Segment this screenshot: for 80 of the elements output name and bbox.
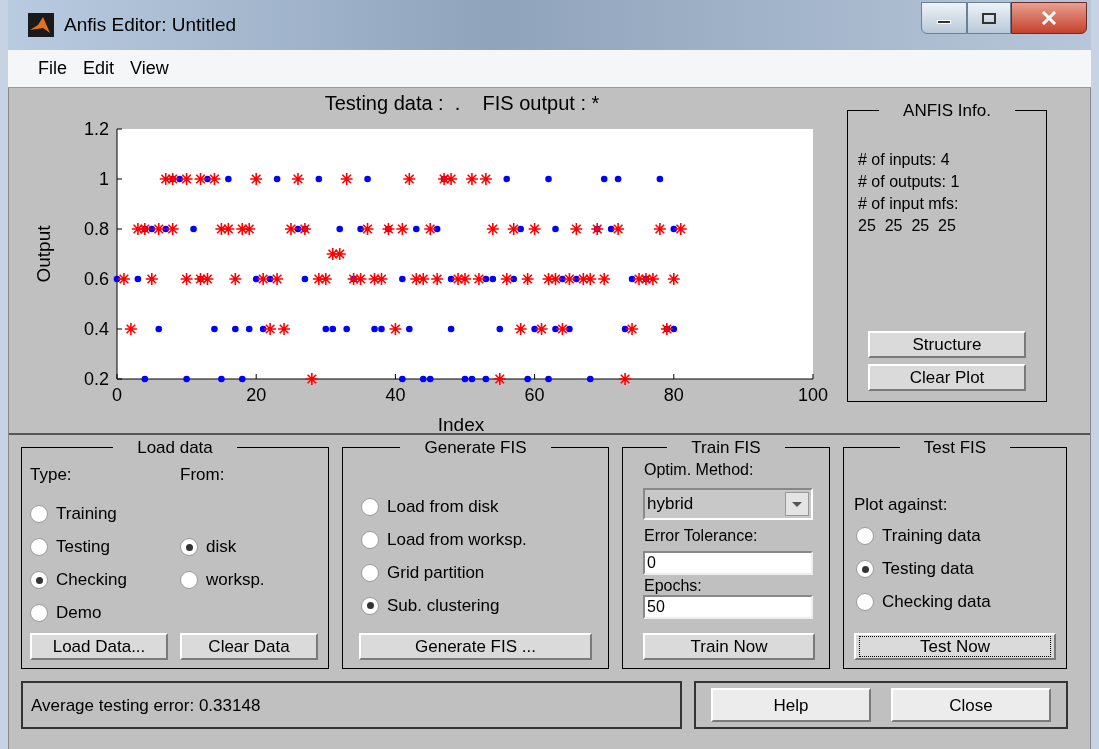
radio-button[interactable] [361, 497, 379, 516]
load-button[interactable]: Clear Data [180, 633, 318, 660]
group-title: Generate FIS [423, 439, 528, 456]
minimize-icon [937, 20, 951, 24]
radio-label: Load from disk [387, 495, 499, 518]
radio-button[interactable] [856, 527, 874, 545]
y-tick-label: 0.6 [83, 269, 109, 289]
radio-label: Training [56, 503, 117, 526]
generate-fis-button[interactable]: Generate FIS ... [359, 633, 592, 660]
x-tick-label: 100 [798, 385, 828, 405]
radio-button[interactable] [30, 505, 48, 523]
x-tick-label: 80 [663, 385, 684, 405]
load-button[interactable]: Load Data... [30, 633, 168, 660]
y-tick-label: 1 [99, 169, 109, 189]
radio-button[interactable] [856, 593, 874, 611]
app-logo-icon [28, 13, 54, 37]
radio-button[interactable] [361, 530, 379, 549]
close-button[interactable] [1011, 2, 1087, 34]
radio-label: Checking [56, 569, 127, 592]
footer-button[interactable]: Close [891, 688, 1051, 722]
menu-item[interactable]: Edit [77, 55, 121, 82]
from-label: From: [180, 464, 226, 486]
radio-label: disk [206, 536, 237, 559]
y-tick-label: 0.8 [83, 219, 109, 239]
tolerance-field[interactable]: 0 [643, 551, 813, 575]
minimize-button[interactable] [921, 2, 967, 34]
x-tick-label: 0 [112, 385, 122, 405]
epochs-field[interactable]: 50 [643, 595, 813, 619]
radio-label: Grid partition [387, 561, 485, 584]
x-tick-label: 60 [524, 385, 545, 405]
info-text: # of outputs: 1 [858, 172, 961, 192]
menu-item[interactable]: View [124, 55, 175, 82]
group-title: Test FIS [922, 439, 988, 456]
radio-label: worksp. [206, 569, 265, 592]
footer-button[interactable]: Help [711, 688, 871, 722]
radio-label: Demo [56, 602, 102, 625]
panel-button[interactable]: Clear Plot [868, 364, 1026, 391]
radio-button[interactable] [30, 538, 48, 556]
chart-title: Testing data : . FIS output : * [324, 92, 600, 114]
window-title: Anfis Editor: Untitled [64, 12, 237, 37]
tolerance-label: Error Tolerance: [643, 526, 759, 546]
epochs-label: Epochs: [643, 577, 703, 595]
radio-button[interactable] [180, 538, 198, 556]
test-now-button[interactable]: Test Now [854, 633, 1056, 660]
radio-button[interactable] [180, 571, 198, 589]
group-title: ANFIS Info. [902, 102, 992, 119]
type-label: Type: [30, 464, 73, 486]
radio-button[interactable] [30, 604, 48, 622]
radio-button[interactable] [361, 563, 379, 582]
x-tick-label: 20 [246, 385, 267, 405]
radio-button[interactable] [30, 571, 48, 589]
maximize-button[interactable] [967, 2, 1011, 34]
x-tick-label: 40 [385, 385, 406, 405]
y-tick-label: 0.2 [83, 369, 109, 389]
group-title: Load data [136, 439, 214, 456]
radio-label: Sub. clustering [387, 594, 500, 617]
panel-button[interactable]: Structure [868, 331, 1026, 358]
plot-against-label: Plot against: [853, 494, 949, 516]
close-icon [1041, 11, 1057, 25]
x-axis-label: Index [437, 414, 485, 433]
method-label: Optim. Method: [643, 460, 755, 480]
radio-button[interactable] [856, 560, 874, 578]
menu-item[interactable]: File [32, 55, 73, 82]
y-tick-label: 1.2 [83, 119, 109, 139]
status-text: Average testing error: 0.33148 [31, 695, 261, 717]
radio-button[interactable] [361, 596, 379, 615]
info-text: 25 25 25 25 [858, 216, 957, 236]
y-tick-label: 0.4 [83, 319, 109, 339]
info-text: # of inputs: 4 [858, 150, 951, 170]
radio-label: Testing [56, 536, 110, 559]
radio-label: Training data [882, 525, 981, 548]
group-title: Train FIS [690, 439, 762, 456]
radio-label: Testing data [882, 558, 974, 581]
method-dropdown[interactable]: hybrid [643, 488, 813, 520]
y-axis-label: Output [33, 225, 54, 283]
info-text: # of input mfs: [858, 194, 960, 214]
maximize-icon [982, 12, 996, 24]
train-now-button[interactable]: Train Now [643, 633, 815, 660]
radio-label: Load from worksp. [387, 528, 527, 551]
radio-label: Checking data [882, 591, 991, 614]
